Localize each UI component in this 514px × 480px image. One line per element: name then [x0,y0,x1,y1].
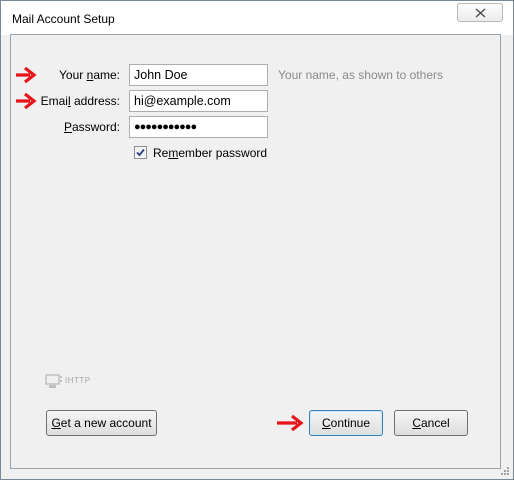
password-label: Password: [0,120,120,134]
server-icon [45,374,62,388]
name-input[interactable] [129,64,268,86]
get-new-account-button[interactable]: Get a new account [46,410,157,436]
cancel-button[interactable]: Cancel [394,410,468,436]
email-label-text-rest: address: [70,94,120,108]
continue-button[interactable]: Continue [309,410,383,436]
continue-label: ontinue [330,416,371,430]
new-account-label: et a new account [60,416,152,430]
password-label-accesskey: P [63,120,72,134]
checkmark-icon [136,148,145,157]
window-title: Mail Account Setup [12,12,115,26]
cancel-label: ancel [420,416,450,430]
red-arrow-icon [277,414,304,432]
continue-accesskey: C [321,416,331,430]
name-hint: Your name, as shown to others [278,68,443,82]
new-account-accesskey: G [51,416,61,430]
remember-label-text-rest: ember password [178,146,268,160]
remember-password-checkbox[interactable] [134,146,147,159]
email-label-text: Emai [40,94,68,108]
remember-label-text: Re [153,146,169,160]
remember-password-label[interactable]: Remember password [153,146,267,160]
close-button[interactable] [457,3,503,22]
titlebar: Mail Account Setup [1,1,513,35]
remember-label-accesskey: m [168,146,179,160]
email-label: Email address: [0,94,120,108]
name-label-text-rest: ame: [93,68,120,82]
password-input[interactable] [129,116,268,138]
close-icon [475,8,486,18]
resize-grip-icon[interactable] [500,466,510,476]
email-input[interactable] [129,90,268,112]
cancel-accesskey: C [412,416,421,430]
name-label-text: Your [59,68,87,82]
protocol-label: IHTTP [65,376,91,385]
password-label-text-rest: assword: [71,120,120,134]
name-label: Your name: [0,68,120,82]
